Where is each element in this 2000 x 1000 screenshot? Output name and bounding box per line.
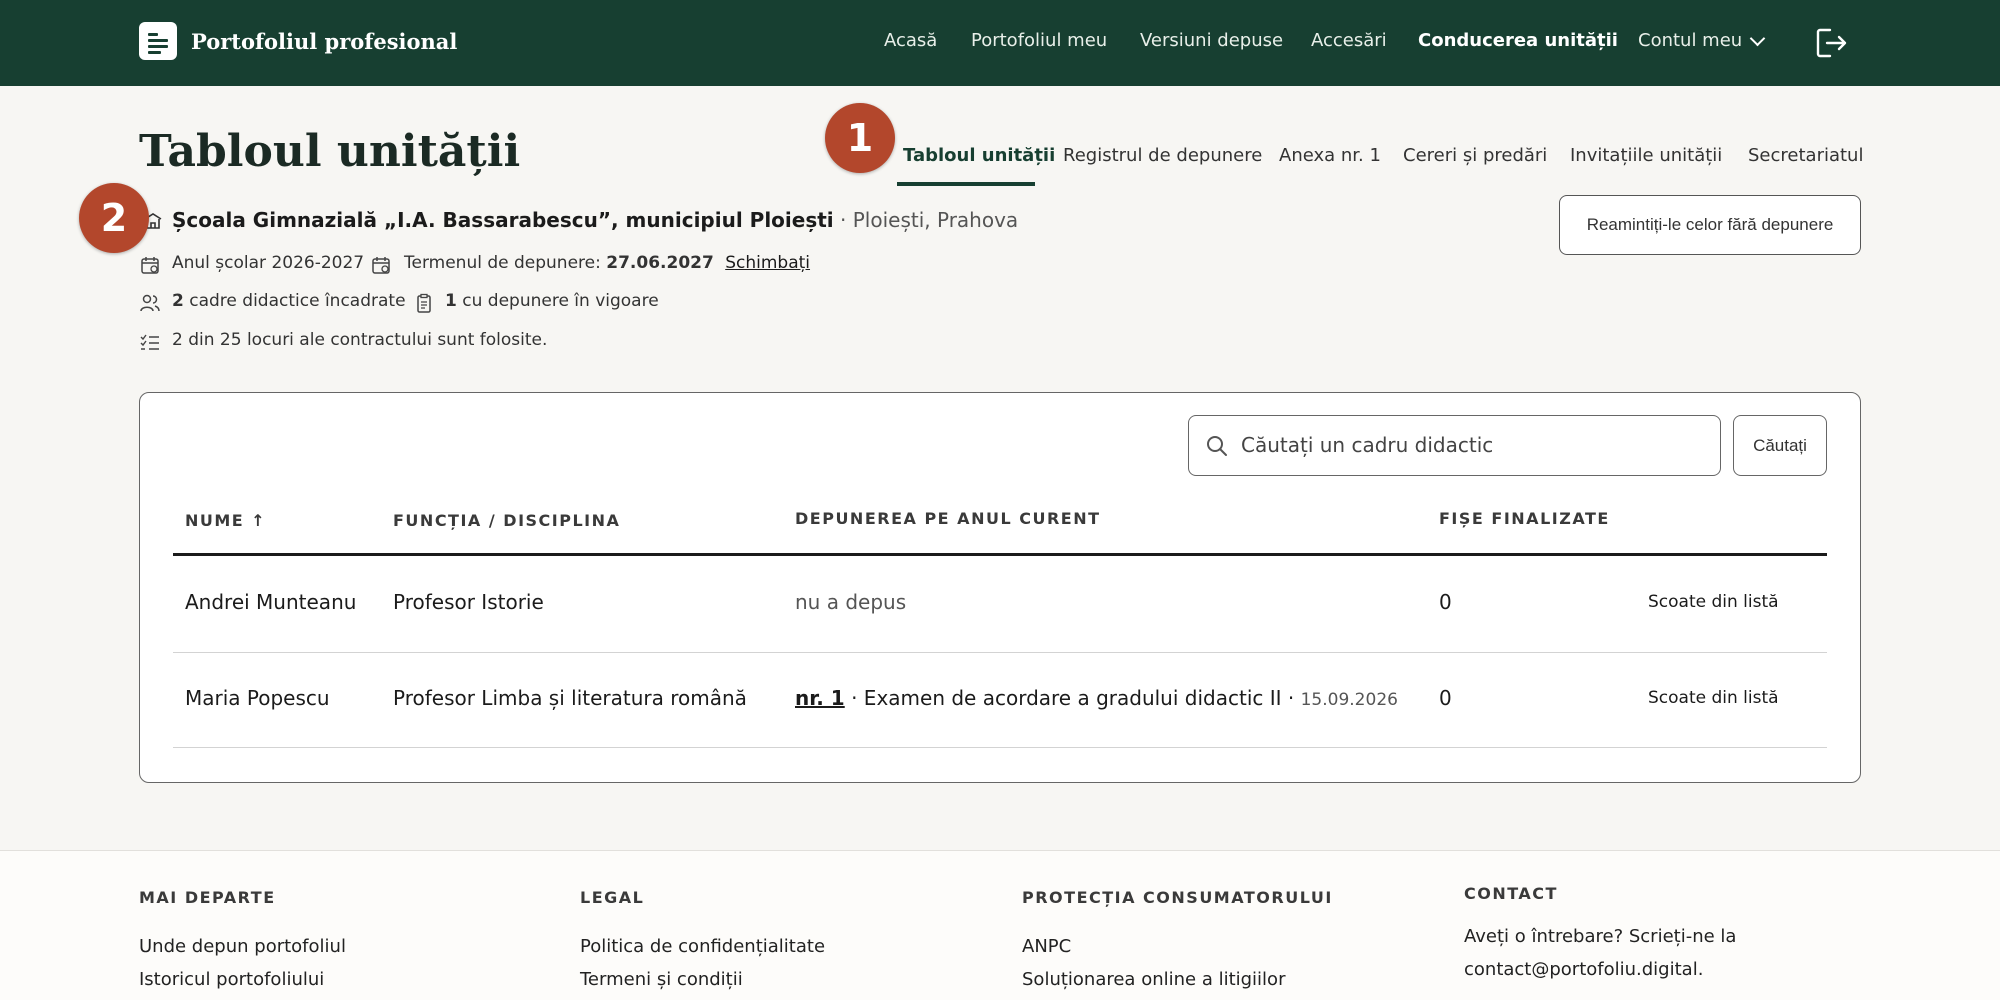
footer-link-sol[interactable]: Soluționarea online a litigiilor: [1022, 969, 1285, 990]
footer-link-confidentialitate[interactable]: Politica de confidențialitate: [580, 936, 825, 957]
school-name: Școala Gimnazială „I.A. Bassarabescu”, m…: [172, 208, 834, 232]
school-name-line: Școala Gimnazială „I.A. Bassarabescu”, m…: [172, 208, 1018, 232]
footer-link-unde-depun[interactable]: Unde depun portofoliul: [139, 936, 346, 957]
checklist-icon: [140, 334, 159, 350]
nav-conducerea-unitatii[interactable]: Conducerea unității: [1418, 30, 1618, 51]
calendar-icon: [141, 257, 159, 274]
footer-contact-text: Aveți o întrebare? Scrieți-ne la: [1464, 926, 1737, 947]
nav-contul-meu[interactable]: Contul meu: [1638, 30, 1742, 51]
tab-cereri-si-predari[interactable]: Cereri și predări: [1403, 145, 1547, 166]
active-count: 1: [445, 291, 457, 311]
nav-portofoliul-meu[interactable]: Portofoliul meu: [971, 30, 1107, 51]
row-2-submission-date: 15.09.2026: [1300, 690, 1398, 710]
staff-count: 2: [172, 291, 184, 311]
footer-link-anpc[interactable]: ANPC: [1022, 936, 1071, 957]
tab-invitatiile-unitatii[interactable]: Invitațiile unității: [1570, 145, 1722, 166]
nav-versiuni-depuse[interactable]: Versiuni depuse: [1140, 30, 1283, 51]
active-tab-indicator: [897, 182, 1035, 186]
deadline-date: 27.06.2027: [606, 253, 714, 273]
row-1-finalized: 0: [1439, 590, 1452, 614]
row-1-remove-button[interactable]: Scoate din listă: [1648, 592, 1779, 612]
row-2-remove-button[interactable]: Scoate din listă: [1648, 688, 1779, 708]
calendar-clock-icon: [372, 257, 390, 274]
row-2-submission-link[interactable]: nr. 1: [795, 686, 845, 710]
row-1-submission: nu a depus: [795, 590, 907, 614]
footer-heading-contact: CONTACT: [1464, 884, 1558, 903]
top-navigation-bar: Portofoliul profesional Acasă Portofoliu…: [0, 0, 2000, 86]
footer-heading-protectia: PROTECȚIA CONSUMATORULUI: [1022, 888, 1333, 907]
brand-title: Portofoliul profesional: [191, 28, 458, 54]
tab-tabloul-unitatii[interactable]: Tabloul unității: [903, 145, 1055, 166]
table-header-divider: [173, 553, 1827, 556]
footer-heading-mai-departe: MAI DEPARTE: [139, 888, 276, 907]
search-button[interactable]: Căutați: [1733, 415, 1827, 476]
tab-secretariatul[interactable]: Secretariatul: [1748, 145, 1863, 166]
row-divider: [173, 652, 1827, 653]
tab-registrul-de-depunere[interactable]: Registrul de depunere: [1063, 145, 1262, 166]
footer-link-termeni[interactable]: Termeni și condiții: [580, 969, 743, 990]
active-submissions-line: 1 cu depunere în vigoare: [445, 291, 659, 311]
deadline-line: Termenul de depunere: 27.06.2027 Schimba…: [404, 253, 810, 273]
step-marker-2: 2: [79, 183, 149, 253]
row-2-finalized: 0: [1439, 686, 1452, 710]
footer-heading-legal: LEGAL: [580, 888, 645, 907]
column-header-name[interactable]: NUME ↑: [185, 511, 266, 530]
tab-anexa-1[interactable]: Anexa nr. 1: [1279, 145, 1381, 166]
deadline-label: Termenul de depunere:: [404, 253, 601, 273]
users-icon: [140, 294, 160, 312]
active-text: cu depunere în vigoare: [462, 291, 659, 311]
row-1-name: Andrei Munteanu: [185, 590, 357, 614]
row-2-submission-text: · Examen de acordare a gradului didactic…: [851, 686, 1295, 710]
row-divider: [173, 747, 1827, 748]
staff-text: cadre didactice încadrate: [189, 291, 406, 311]
row-2-submission: nr. 1 · Examen de acordare a gradului di…: [795, 686, 1398, 710]
search-icon: [1207, 436, 1227, 456]
school-year: Anul școlar 2026-2027: [172, 253, 365, 273]
row-1-role: Profesor Istorie: [393, 590, 544, 614]
step-marker-1: 1: [825, 103, 895, 173]
footer-link-istoricul[interactable]: Istoricul portofoliului: [139, 969, 324, 990]
change-deadline-link[interactable]: Schimbați: [725, 253, 810, 273]
nav-acasa[interactable]: Acasă: [884, 30, 937, 51]
column-header-role: FUNCȚIA / DISCIPLINA: [393, 511, 621, 530]
page-title: Tabloul unității: [139, 126, 521, 177]
row-2-name: Maria Popescu: [185, 686, 330, 710]
logout-icon[interactable]: [1814, 26, 1850, 60]
search-input[interactable]: Căutați un cadru didactic: [1188, 415, 1721, 476]
search-placeholder: Căutați un cadru didactic: [1241, 433, 1494, 457]
document-logo-icon: [139, 22, 177, 60]
staff-count-line: 2 cadre didactice încadrate: [172, 291, 406, 311]
column-header-finalized: FIȘE FINALIZATE: [1439, 509, 1610, 528]
row-2-role: Profesor Limba și literatura română: [393, 686, 747, 710]
remind-without-submission-button[interactable]: Reamintiți-le celor fără depunere: [1559, 195, 1861, 255]
contract-usage: 2 din 25 locuri ale contractului sunt fo…: [172, 330, 548, 350]
clipboard-icon: [417, 293, 431, 313]
school-location: · Ploiești, Prahova: [840, 208, 1019, 232]
brand[interactable]: Portofoliul profesional: [139, 22, 457, 60]
nav-accesari[interactable]: Accesări: [1311, 30, 1387, 51]
column-header-submission: DEPUNEREA PE ANUL CURENT: [795, 509, 1101, 528]
chevron-down-icon[interactable]: [1749, 30, 1766, 47]
footer-contact-email[interactable]: contact@portofoliu.digital.: [1464, 959, 1703, 980]
